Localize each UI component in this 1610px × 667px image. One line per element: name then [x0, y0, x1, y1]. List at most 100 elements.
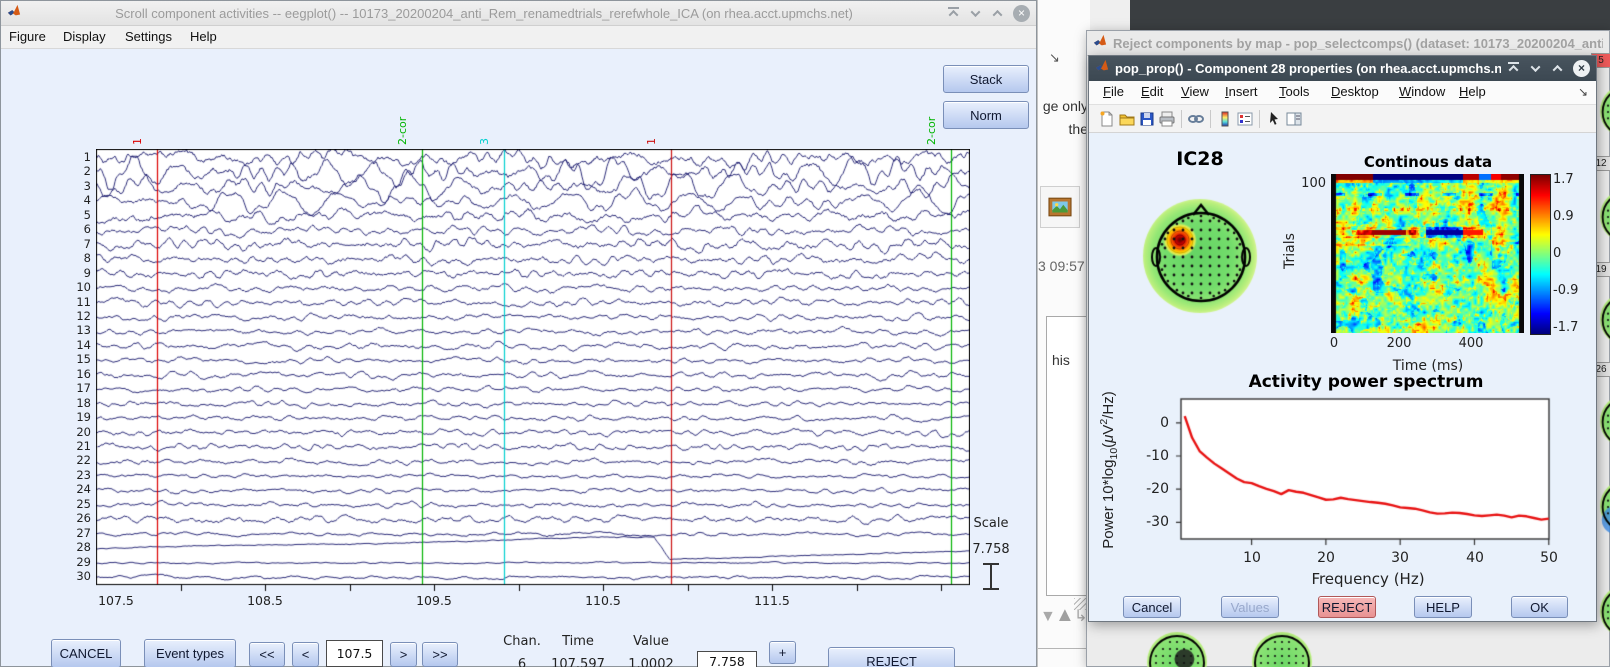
clipped-text: his [1052, 352, 1070, 368]
scale-plus-button[interactable]: + [769, 641, 796, 664]
event-label-3: 3 [478, 138, 491, 145]
channel-label-16: 16 [61, 367, 91, 381]
colorbar-tick-1.7: 1.7 [1553, 172, 1593, 187]
channel-label-9: 9 [61, 266, 91, 280]
menu-item-figure[interactable]: Figure [9, 29, 46, 44]
time-tick-110.5: 110.5 [573, 593, 633, 608]
menu-item-display[interactable]: Display [63, 29, 106, 44]
channel-label-5: 5 [61, 208, 91, 222]
matlab-icon [1093, 34, 1107, 53]
prop-titlebar: pop_prop() - Component 28 properties (on… [1089, 56, 1596, 81]
menu-item-tools[interactable]: Tools [1279, 84, 1309, 99]
step-forward-button[interactable]: > [390, 642, 417, 667]
component-map-thumbnail[interactable] [1146, 631, 1208, 667]
eeg-traces-plot[interactable] [96, 149, 970, 592]
cancel-button[interactable]: CANCEL [51, 639, 121, 667]
component-map-thumbnail[interactable] [1251, 631, 1313, 667]
menu-dock-arrow-icon[interactable]: ↘ [1578, 85, 1588, 99]
time-tick-107.5: 107.5 [86, 593, 146, 608]
shade-window-button[interactable] [947, 7, 960, 20]
component-map-thumbnail[interactable] [1599, 291, 1610, 347]
event-types-button[interactable]: Event types [144, 639, 236, 667]
scale-value: 7.758 [951, 542, 1031, 557]
open-file-icon[interactable] [1117, 109, 1137, 129]
prop-reject-button[interactable]: REJECT [1318, 596, 1376, 618]
new-figure-icon[interactable] [1097, 109, 1117, 129]
component-map-thumbnail[interactable] [1599, 393, 1610, 449]
selectcomps-window-title: Reject components by map - pop_selectcom… [1113, 36, 1603, 51]
eegplot-titlebar: Scroll component activities -- eegplot()… [1, 1, 1036, 26]
menu-item-desktop[interactable]: Desktop [1331, 84, 1379, 99]
property-inspector-icon[interactable] [1284, 109, 1304, 129]
component-map-thumbnail[interactable] [1599, 188, 1610, 244]
spec-xtick-20: 20 [1296, 550, 1356, 566]
colorbar-icon[interactable] [1215, 109, 1235, 129]
colorbar [1530, 174, 1551, 335]
nav-up-icon[interactable]: ▲ [1055, 604, 1075, 627]
menu-item-edit[interactable]: Edit [1141, 84, 1163, 99]
save-icon[interactable] [1137, 109, 1157, 129]
channel-label-11: 11 [61, 295, 91, 309]
channel-label-22: 22 [61, 453, 91, 467]
menu-item-help[interactable]: Help [190, 29, 217, 44]
eegplot-window-title: Scroll component activities -- eegplot()… [27, 6, 941, 21]
channel-label-25: 25 [61, 497, 91, 511]
channel-label-13: 13 [61, 323, 91, 337]
maximize-window-button[interactable] [1551, 62, 1564, 75]
menu-item-file[interactable]: File [1103, 84, 1124, 99]
channel-label-12: 12 [61, 309, 91, 323]
spec-xtick-40: 40 [1445, 550, 1505, 566]
link-icon[interactable] [1186, 109, 1206, 129]
menu-item-window[interactable]: Window [1399, 84, 1445, 99]
close-window-button[interactable]: × [1013, 5, 1030, 22]
page-back-button[interactable]: << [249, 642, 285, 667]
component-map-thumbnail[interactable] [1599, 478, 1610, 534]
legend-icon[interactable] [1235, 109, 1255, 129]
channel-label-26: 26 [61, 511, 91, 525]
nav-down-icon[interactable]: ▼ [1040, 608, 1056, 626]
spec-ytick--10: -10 [1129, 448, 1169, 464]
pointer-icon[interactable] [1264, 109, 1284, 129]
event-label-2-cor: 2-cor [925, 117, 938, 145]
chan-value: 6 [493, 657, 551, 667]
channel-label-2: 2 [61, 164, 91, 178]
divider [1038, 648, 1091, 649]
menu-item-insert[interactable]: Insert [1225, 84, 1258, 99]
close-window-button[interactable]: × [1573, 60, 1590, 77]
step-back-button[interactable]: < [292, 642, 319, 667]
erp-xtick-200: 200 [1369, 336, 1429, 351]
spec-xtick-10: 10 [1222, 550, 1282, 566]
maximize-window-button[interactable] [991, 7, 1004, 20]
spectrum-xlabel: Frequency (Hz) [1308, 570, 1428, 588]
prop-help-button[interactable]: HELP [1414, 596, 1472, 618]
page-forward-button[interactable]: >> [422, 642, 458, 667]
stack-button[interactable]: Stack [943, 65, 1029, 93]
image-tool-button[interactable] [1040, 186, 1080, 228]
menu-item-settings[interactable]: Settings [125, 29, 172, 44]
menu-item-help[interactable]: Help [1459, 84, 1486, 99]
channel-label-1: 1 [61, 150, 91, 164]
minimize-window-button[interactable] [969, 7, 982, 20]
channel-label-4: 4 [61, 193, 91, 207]
prop-values-button[interactable]: Values [1221, 596, 1279, 618]
selectcomps-titlebar: Reject components by map - pop_selectcom… [1087, 31, 1609, 56]
time-header: Time [550, 634, 606, 649]
scale-input[interactable]: 7.758 [697, 651, 757, 667]
component-map-thumbnail[interactable] [1599, 83, 1610, 139]
colorbar-tick--1.7: -1.7 [1553, 320, 1593, 335]
minimize-window-button[interactable] [1529, 62, 1542, 75]
time-window-input[interactable]: 107.5 [326, 640, 383, 667]
norm-button[interactable]: Norm [943, 101, 1029, 129]
prop-cancel-button[interactable]: Cancel [1123, 596, 1181, 618]
component-map-thumbnail[interactable] [1599, 583, 1610, 639]
dock-arrow-icon[interactable]: ↘ [1049, 50, 1060, 66]
value-cursor-value: 1.0002 [621, 657, 681, 667]
value-header: Value [621, 634, 681, 649]
time-tick-109.5: 109.5 [404, 593, 464, 608]
reject-button[interactable]: REJECT [828, 647, 955, 667]
erp-title: Continous data [1348, 153, 1508, 171]
prop-ok-button[interactable]: OK [1511, 596, 1568, 618]
print-icon[interactable] [1157, 109, 1177, 129]
menu-item-view[interactable]: View [1181, 84, 1209, 99]
shade-window-button[interactable] [1507, 62, 1520, 75]
